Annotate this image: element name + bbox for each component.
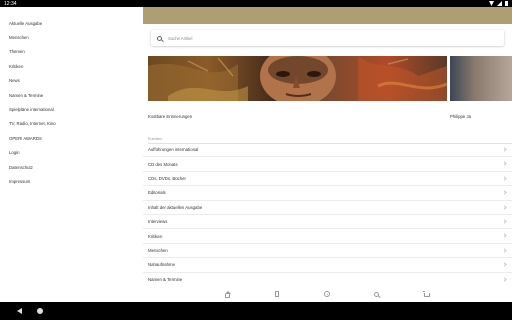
chevron-right-icon <box>502 147 507 152</box>
list-item-label: Namen & Termine <box>148 276 183 282</box>
list-item-label: Nahaufnahme <box>148 262 175 268</box>
list-item-label: Interviews <box>148 219 168 225</box>
chevron-right-icon <box>502 262 507 267</box>
chevron-right-icon <box>502 161 507 167</box>
search-icon[interactable] <box>374 291 380 297</box>
home-icon[interactable] <box>224 290 231 298</box>
main-content: Suche Artikel Kostbare Erinnerungen Phil… <box>143 7 512 302</box>
search-bar[interactable]: Suche Artikel <box>151 30 504 46</box>
section-label: Rubriken <box>148 137 163 141</box>
chevron-right-icon <box>502 233 507 238</box>
featured-caption[interactable]: Kostbare Erinnerungen <box>148 114 192 119</box>
drawer-item-spielplaene[interactable]: Spielpläne international <box>0 102 143 116</box>
portrait-painting <box>148 56 447 101</box>
list-item[interactable]: Nahaufnahme <box>143 258 512 273</box>
drawer-item-tv-radio[interactable]: TV, Radio, Internet, Kino <box>0 117 143 131</box>
list-item[interactable]: Interviews <box>143 215 512 230</box>
chevron-right-icon <box>502 190 507 195</box>
compass-icon[interactable] <box>323 291 330 297</box>
list-item-label: CDs, DVDs, Bücher <box>148 175 186 181</box>
cart-icon[interactable] <box>423 290 430 297</box>
list-item[interactable]: Menschen <box>143 244 512 259</box>
drawer-menu: Aktuelle Ausgabe Menschen Themen Kritike… <box>0 7 143 189</box>
wifi-icon <box>489 1 494 6</box>
home-button-icon[interactable] <box>37 308 43 314</box>
drawer-item-namen-termine[interactable]: Namen & Termine <box>0 88 143 102</box>
chevron-right-icon <box>502 176 507 181</box>
drawer-item-menschen[interactable]: Menschen <box>0 30 143 44</box>
search-input[interactable]: Suche Artikel <box>168 36 192 41</box>
list-item-label: Aufführungen international <box>148 147 199 153</box>
list-item-label: Kritiken <box>148 233 163 239</box>
list-item[interactable]: Editorials <box>143 186 512 201</box>
featured-article-image-2[interactable] <box>450 56 512 101</box>
category-list: Aufführungen international CD des Monats… <box>143 143 512 287</box>
issue-icon[interactable] <box>274 291 280 297</box>
list-item[interactable]: CD des Monats <box>143 157 512 172</box>
drawer-item-aktuelle-ausgabe[interactable]: Aktuelle Ausgabe <box>0 16 143 30</box>
battery-icon <box>505 1 508 6</box>
list-item-label: CD des Monats <box>148 161 178 167</box>
chevron-right-icon <box>502 248 507 253</box>
list-item[interactable]: Namen & Termine <box>143 273 512 287</box>
list-item[interactable]: Kritiken <box>143 229 512 244</box>
app-header-bar <box>143 7 512 24</box>
drawer-item-datenschutz[interactable]: Datenschutz <box>0 160 143 174</box>
chevron-right-icon <box>502 219 507 224</box>
status-icons <box>489 1 508 6</box>
status-time: 12:34 <box>4 0 17 7</box>
navigation-drawer: Aktuelle Ausgabe Menschen Themen Kritike… <box>0 7 143 302</box>
drawer-item-login[interactable]: Login <box>0 146 143 160</box>
list-item-label: Menschen <box>148 247 168 253</box>
signal-icon <box>497 1 502 6</box>
featured-caption-2[interactable]: Philippe Ja <box>450 114 471 119</box>
chevron-right-icon <box>502 276 507 282</box>
list-item[interactable]: Aufführungen international <box>143 143 512 158</box>
status-bar: 12:34 <box>0 0 512 7</box>
featured-article-image[interactable] <box>148 56 447 101</box>
drawer-item-impressum[interactable]: Impressum <box>0 174 143 188</box>
drawer-item-themen[interactable]: Themen <box>0 45 143 59</box>
list-item-label: Editorials <box>148 190 166 196</box>
drawer-item-news[interactable]: News <box>0 74 143 88</box>
system-navigation-bar <box>0 302 512 320</box>
search-icon <box>157 35 162 41</box>
list-item-label: Inhalt der aktuellen Ausgabe <box>148 204 203 210</box>
list-item[interactable]: Inhalt der aktuellen Ausgabe <box>143 201 512 215</box>
drawer-item-oper-awards[interactable]: OPER! AWARDS <box>0 131 143 145</box>
drawer-item-kritiken[interactable]: Kritiken <box>0 59 143 73</box>
chevron-right-icon <box>502 204 507 210</box>
bottom-navigation <box>143 286 512 302</box>
back-icon[interactable] <box>17 308 22 314</box>
list-item[interactable]: CDs, DVDs, Bücher <box>143 172 512 187</box>
